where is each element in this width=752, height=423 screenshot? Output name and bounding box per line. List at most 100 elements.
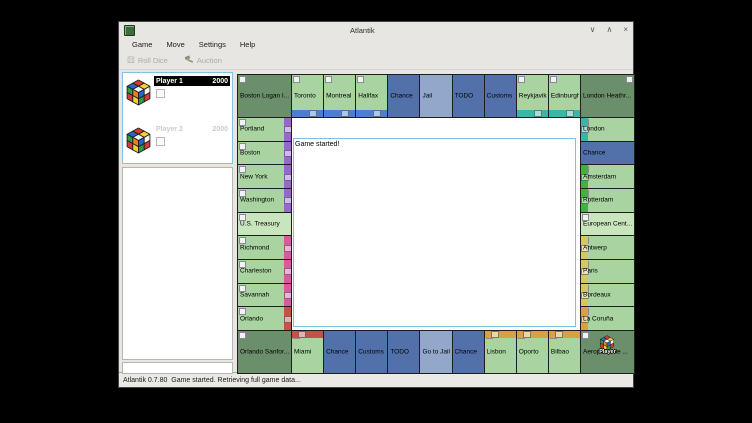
tile-label: La Coruña <box>583 315 633 322</box>
board-tile-go-to-jail[interactable]: Go to Jail <box>420 331 451 373</box>
maximize-icon[interactable]: ∧ <box>606 26 612 34</box>
deed-icon <box>518 76 525 83</box>
rubiks-cube-icon <box>125 79 152 106</box>
house-icon <box>523 331 531 338</box>
player-entry-1[interactable]: Player 12000 <box>123 76 232 121</box>
board-tile-antwerp[interactable]: Antwerp <box>581 236 634 259</box>
property-group-bar <box>517 331 548 338</box>
board-tile-orlando-sanfor[interactable]: Orlando Sanfor... <box>238 331 291 373</box>
rubiks-cube-icon <box>125 127 152 154</box>
board-tile-chance[interactable]: Chance <box>581 142 634 165</box>
house-icon <box>534 110 542 117</box>
deed-icon <box>550 76 557 83</box>
board-tile-miami[interactable]: Miami <box>292 331 323 373</box>
deed-icon <box>239 332 246 339</box>
tile-label: TODO <box>390 348 418 355</box>
game-board: Boston Logan I...TorontoMontrealHalifaxC… <box>237 74 635 374</box>
board-tile-todo[interactable]: TODO <box>453 75 484 117</box>
board-tile-bordeaux[interactable]: Bordeaux <box>581 284 634 307</box>
board-tile-chance[interactable]: Chance <box>388 75 419 117</box>
menu-game[interactable]: Game <box>125 40 159 49</box>
board-tile-oporto[interactable]: Oporto <box>517 331 548 373</box>
board-tile-bilbao[interactable]: Bilbao <box>549 331 580 373</box>
board-tile-new-york[interactable]: New York <box>238 165 291 188</box>
board-tile-la-coru-a[interactable]: La Coruña <box>581 307 634 330</box>
board-tile-boston-logan-i[interactable]: Boston Logan I... <box>238 75 291 117</box>
board-tile-lisbon[interactable]: Lisbon <box>485 331 516 373</box>
house-icon <box>491 331 499 338</box>
tile-label: Customs <box>487 93 515 100</box>
board-tile-jail[interactable]: Jail <box>420 75 451 117</box>
house-icon <box>555 331 563 338</box>
house-icon <box>373 110 381 117</box>
board-tile-orlando[interactable]: Orlando <box>238 307 291 330</box>
board-tile-edinburgh[interactable]: Edinburgh <box>549 75 580 117</box>
board-tile-reykjavik[interactable]: Reykjavik <box>517 75 548 117</box>
board-tile-washington[interactable]: Washington <box>238 189 291 212</box>
minimize-icon[interactable]: ∨ <box>590 26 596 34</box>
board-tile-london-heathr[interactable]: London Heathr... <box>581 75 634 117</box>
auction-button[interactable]: Auction <box>184 55 222 65</box>
player-checkbox[interactable] <box>156 137 165 146</box>
tile-label: Portland <box>240 126 290 133</box>
tile-label: New York <box>240 173 290 180</box>
menu-help[interactable]: Help <box>233 40 262 49</box>
house-icon <box>341 110 349 117</box>
board-tile-european-cent[interactable]: European Cent... <box>581 213 634 236</box>
board-tile-boston[interactable]: Boston <box>238 142 291 165</box>
tile-label: U.S. Treasury <box>240 220 290 227</box>
tile-label: Edinburgh <box>551 93 579 100</box>
tile-label: Oporto <box>519 348 547 355</box>
board-tile-aeroporto-de[interactable]: Aeroporto de ... Player <box>581 331 634 373</box>
property-group-bar <box>485 331 516 338</box>
side-panel: Player 12000 Player 22000 <box>119 70 237 372</box>
tile-label: Halifax <box>358 93 386 100</box>
house-icon <box>309 110 317 117</box>
board-tile-amsterdam[interactable]: Amsterdam <box>581 165 634 188</box>
board-tile-portland[interactable]: Portland <box>238 118 291 141</box>
text-input-box[interactable] <box>122 362 233 374</box>
board-tile-toronto[interactable]: Toronto <box>292 75 323 117</box>
tile-label: Toronto <box>294 93 322 100</box>
tile-label: London <box>583 126 633 133</box>
tile-label: Savannah <box>240 291 290 298</box>
board-tile-halifax[interactable]: Halifax <box>356 75 387 117</box>
roll-dice-button[interactable]: ⚄ Roll Dice <box>127 56 168 65</box>
board-tile-montreal[interactable]: Montreal <box>324 75 355 117</box>
game-message-panel: Game started! <box>293 138 576 327</box>
board-tile-richmond[interactable]: Richmond <box>238 236 291 259</box>
roll-dice-label: Roll Dice <box>138 56 168 65</box>
tile-label: Go to Jail <box>422 348 450 355</box>
board-tile-savannah[interactable]: Savannah <box>238 284 291 307</box>
gavel-icon <box>184 55 194 65</box>
board-tile-customs[interactable]: Customs <box>485 75 516 117</box>
menu-move[interactable]: Move <box>159 40 191 49</box>
player-list-panel: Player 12000 Player 22000 <box>122 72 233 164</box>
statusbar: Atlantik 0.7.80 Game started. Retrieving… <box>119 372 633 387</box>
tile-label: Chance <box>326 348 354 355</box>
board-tile-london[interactable]: London <box>581 118 634 141</box>
board-tile-chance[interactable]: Chance <box>324 331 355 373</box>
board-tile-customs[interactable]: Customs <box>356 331 387 373</box>
tile-label: European Cent... <box>583 220 633 227</box>
board-tile-todo[interactable]: TODO <box>388 331 419 373</box>
board-tile-paris[interactable]: Paris <box>581 260 634 283</box>
toolbar: ⚄ Roll Dice Auction <box>119 51 633 70</box>
tile-label: Boston <box>240 149 290 156</box>
property-group-bar <box>292 331 323 338</box>
board-tile-charleston[interactable]: Charleston <box>238 260 291 283</box>
board-tile-rotterdam[interactable]: Rotterdam <box>581 189 634 212</box>
board-tile-chance[interactable]: Chance <box>453 331 484 373</box>
close-icon[interactable]: × <box>623 26 628 34</box>
board-tile-u-s-treasury[interactable]: U.S. Treasury <box>238 213 291 236</box>
menubar: Game Move Settings Help <box>119 38 633 51</box>
player-checkbox[interactable] <box>156 89 165 98</box>
tile-label: Bordeaux <box>583 291 633 298</box>
house-icon <box>298 331 306 338</box>
property-group-bar <box>356 110 387 117</box>
player-entry-2[interactable]: Player 22000 <box>123 124 232 169</box>
player-token[interactable]: Player <box>581 335 634 355</box>
property-group-bar <box>517 110 548 117</box>
menu-settings[interactable]: Settings <box>192 40 233 49</box>
main-content: Player 12000 Player 22000 Boston Logan I… <box>119 70 633 372</box>
